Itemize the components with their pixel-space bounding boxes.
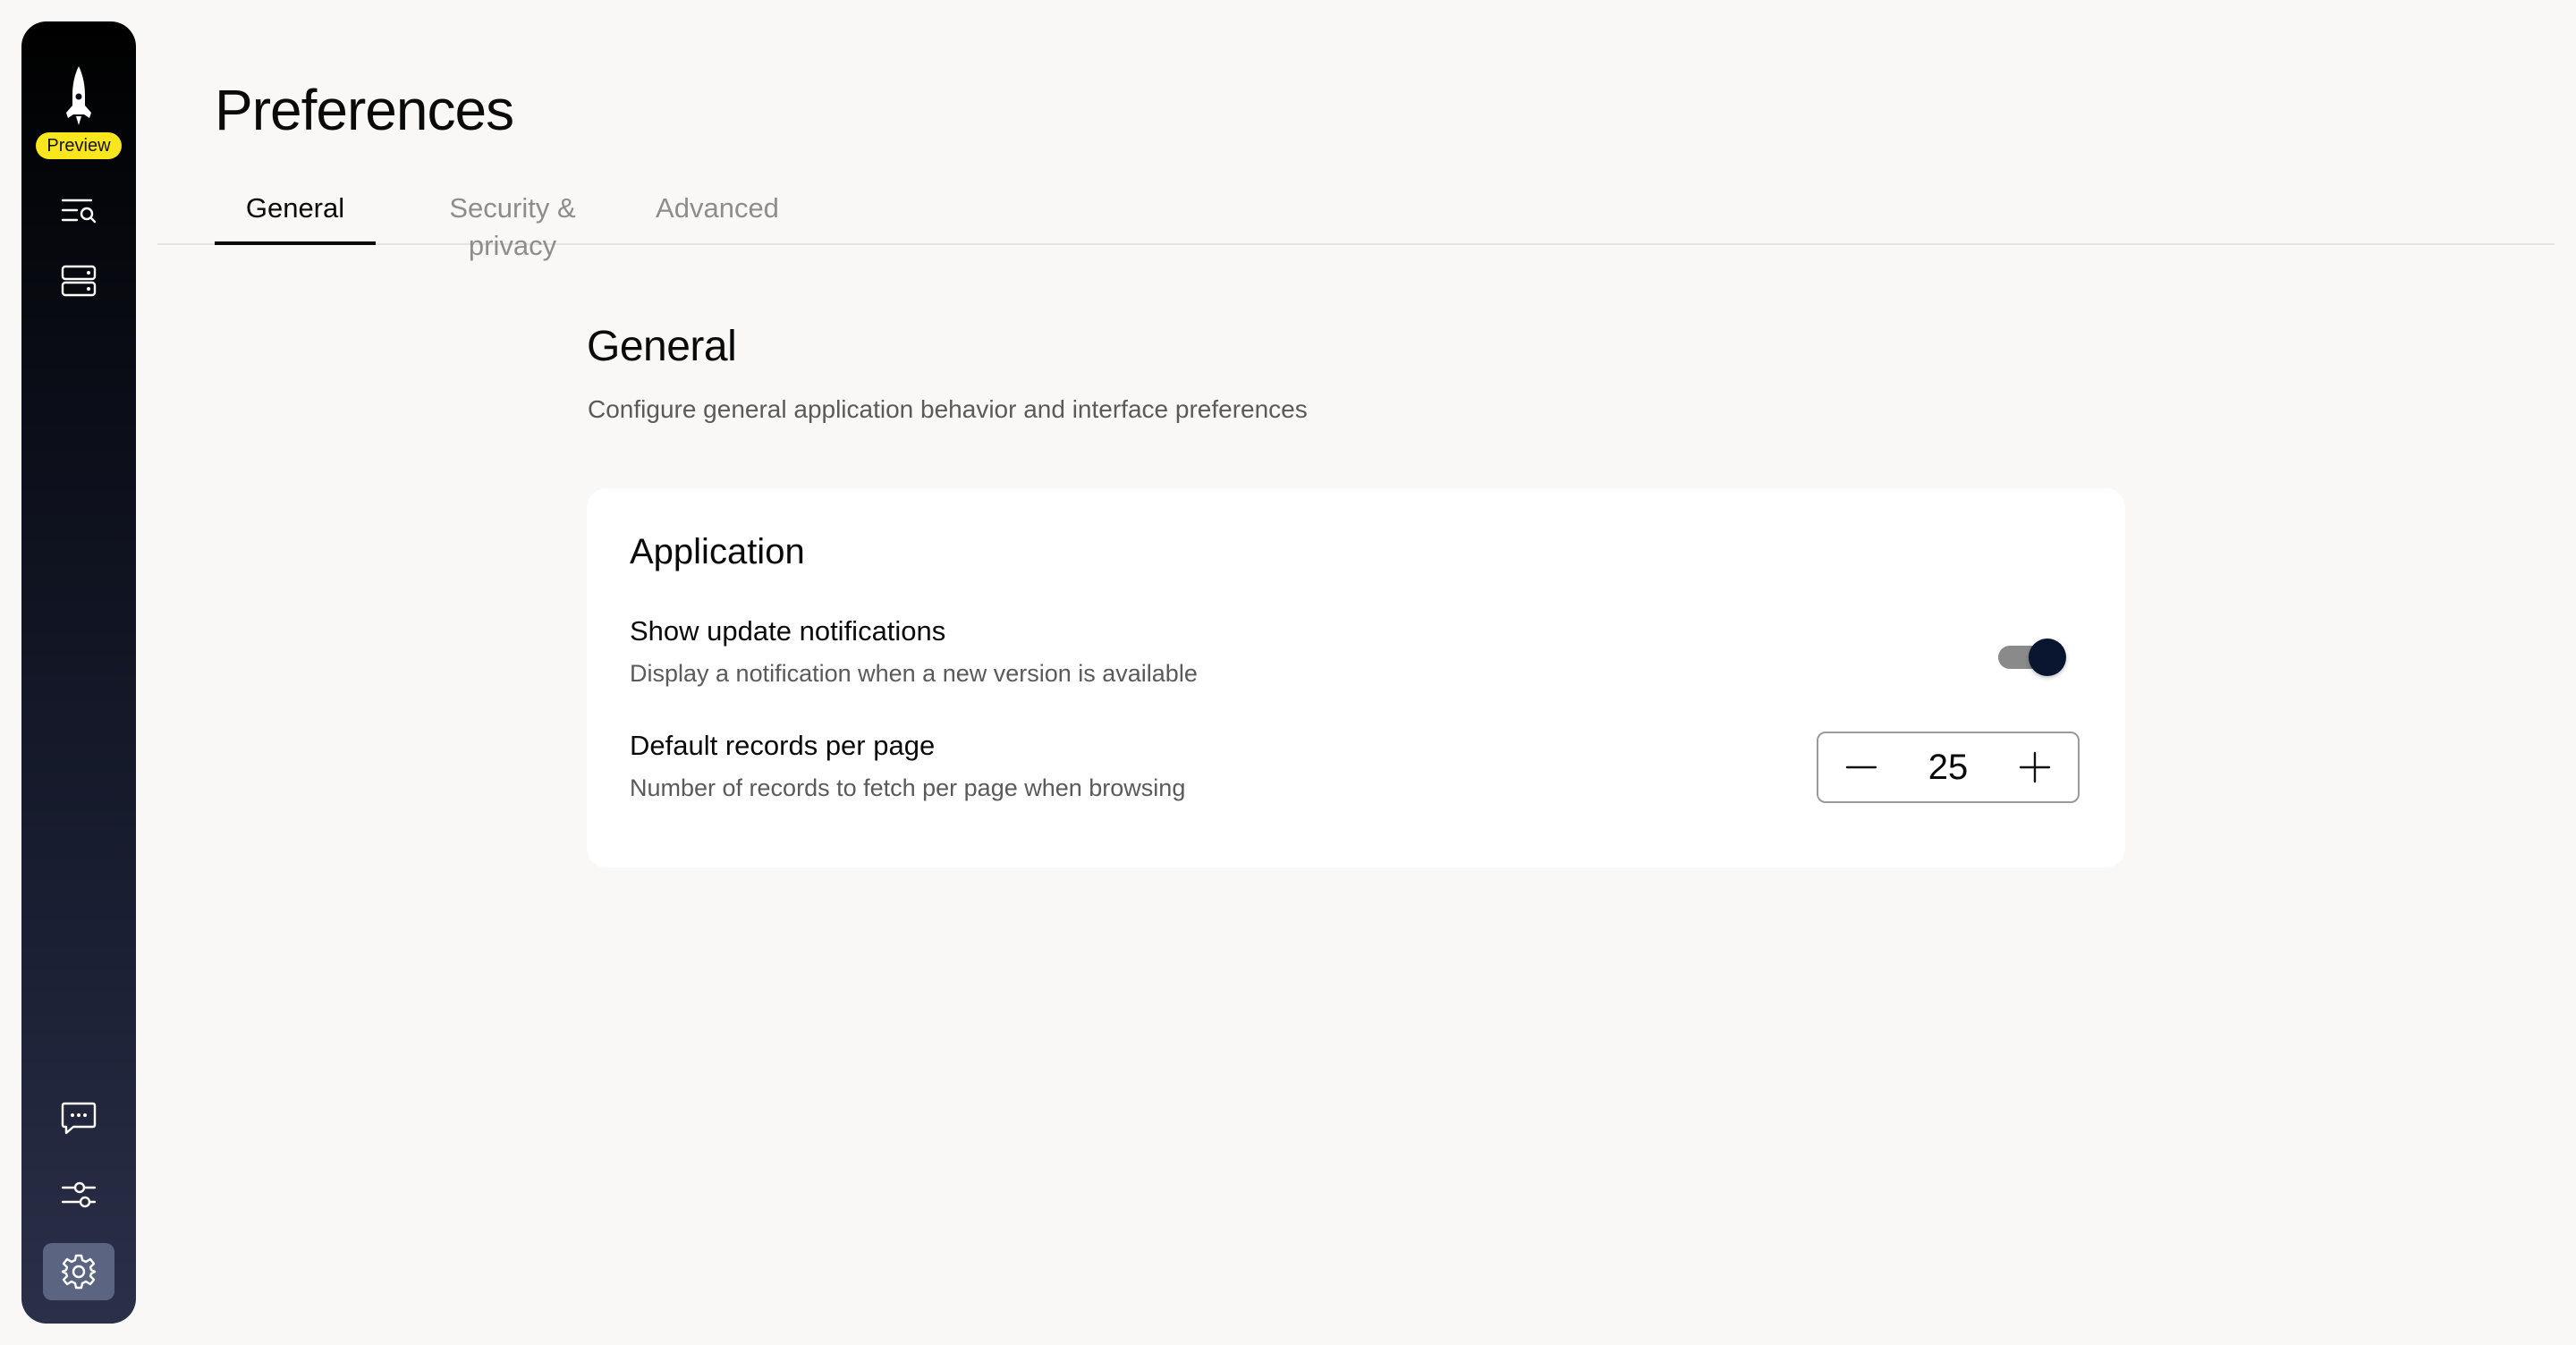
- application-card: Application Show update notifications Di…: [587, 488, 2125, 867]
- sidebar-item-sliders[interactable]: [43, 1166, 114, 1223]
- toggle-thumb: [2029, 639, 2066, 676]
- tab-general[interactable]: General: [215, 190, 376, 245]
- card-title: Application: [630, 532, 805, 571]
- gear-icon: [61, 1254, 97, 1290]
- records-per-page-description: Number of records to fetch per page when…: [630, 774, 1186, 801]
- section-description: Configure general application behavior a…: [588, 395, 1308, 423]
- update-notifications-toggle[interactable]: [1998, 639, 2066, 676]
- update-notifications-label: Show update notifications: [630, 615, 946, 647]
- sidebar-item-chat[interactable]: [43, 1089, 114, 1146]
- tab-advanced[interactable]: Advanced: [648, 190, 787, 241]
- records-per-page-label: Default records per page: [630, 730, 936, 761]
- sidebar-item-search-list[interactable]: [43, 182, 114, 240]
- preview-badge: Preview: [36, 132, 122, 159]
- sidebar: Preview: [21, 21, 136, 1324]
- app-logo[interactable]: Preview: [21, 47, 136, 163]
- sliders-icon: [61, 1181, 97, 1208]
- tab-security-privacy[interactable]: Security & privacy: [402, 190, 623, 261]
- chat-icon: [61, 1102, 97, 1135]
- tab-bar: General Security & privacy Advanced: [157, 179, 2555, 261]
- plus-icon: [2019, 751, 2051, 783]
- update-notifications-description: Display a notification when a new versio…: [630, 660, 1198, 687]
- rocket-icon: [66, 66, 91, 125]
- increment-button[interactable]: [2001, 733, 2069, 801]
- decrement-button[interactable]: [1827, 733, 1895, 801]
- server-icon: [61, 265, 97, 297]
- page-title: Preferences: [215, 78, 514, 142]
- minus-icon: [1845, 766, 1877, 769]
- section-title: General: [587, 323, 737, 370]
- sidebar-item-server[interactable]: [43, 252, 114, 309]
- sidebar-item-settings[interactable]: [43, 1243, 114, 1300]
- search-list-icon: [61, 199, 97, 224]
- records-per-page-stepper: 25: [1817, 732, 2080, 803]
- records-per-page-value[interactable]: 25: [1895, 733, 2001, 801]
